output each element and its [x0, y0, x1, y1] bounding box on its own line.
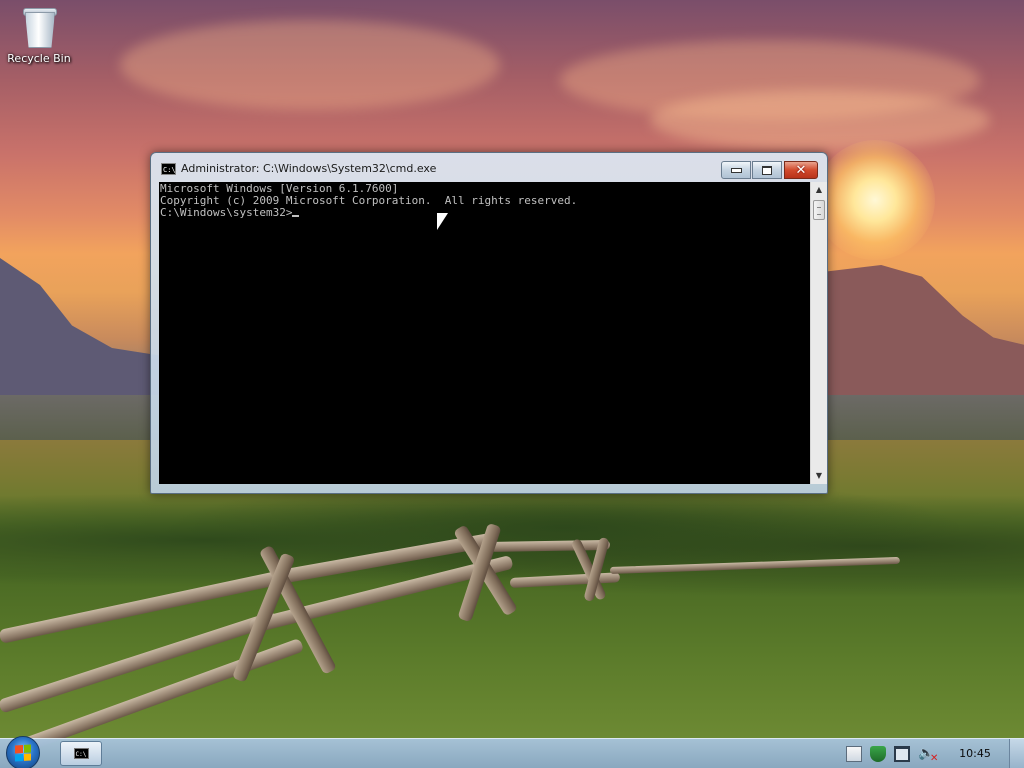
maximize-icon [762, 165, 772, 175]
console-prompt: C:\Windows\system32> [160, 206, 293, 219]
desktop: Recycle Bin C:\ Administrator: C:\Window… [0, 0, 1024, 768]
scroll-down-arrow-icon[interactable]: ▼ [811, 468, 827, 484]
wallpaper-sun [815, 140, 935, 260]
scroll-thumb[interactable] [813, 200, 825, 220]
window-titlebar[interactable]: C:\ Administrator: C:\Windows\System32\c… [151, 153, 827, 183]
cmd-window[interactable]: C:\ Administrator: C:\Windows\System32\c… [150, 152, 828, 494]
volume-muted-icon: ✕ [930, 753, 939, 764]
action-center-flag-icon[interactable] [846, 746, 862, 762]
desktop-icon-label: Recycle Bin [7, 52, 71, 65]
console-prompt-line: C:\Windows\system32> [159, 207, 810, 219]
mouse-pointer-icon [437, 213, 448, 230]
wallpaper-cloud [650, 90, 990, 150]
cmd-icon: C:\ [73, 748, 89, 759]
desktop-icon-recycle-bin[interactable]: Recycle Bin [4, 6, 74, 65]
taskbar-clock[interactable]: 10:45 [952, 747, 998, 760]
windows-logo-icon [15, 744, 31, 762]
text-cursor [292, 215, 300, 217]
fence-rail [489, 539, 611, 552]
start-button[interactable] [6, 736, 40, 768]
network-icon[interactable] [894, 746, 910, 762]
taskbar-item-cmd[interactable]: C:\ [60, 741, 102, 766]
maximize-button[interactable] [752, 161, 782, 179]
show-desktop-button[interactable] [1009, 739, 1024, 768]
close-button[interactable]: ✕ [784, 161, 818, 179]
recycle-bin-icon [22, 6, 57, 48]
window-title: Administrator: C:\Windows\System32\cmd.e… [181, 162, 437, 175]
close-icon: ✕ [795, 162, 807, 178]
console-output: Microsoft Windows [Version 6.1.7600] Cop… [159, 182, 810, 219]
wallpaper-cloud [120, 20, 500, 110]
vertical-scrollbar[interactable]: ▲ ▼ [810, 182, 827, 484]
minimize-button[interactable] [721, 161, 751, 179]
wallpaper-mountain [820, 265, 1024, 410]
taskbar: C:\ 🔈 ✕ 10:45 [0, 736, 1024, 768]
wallpaper-mountain [0, 258, 160, 408]
security-shield-icon[interactable] [870, 746, 886, 762]
system-tray: 🔈 ✕ 10:45 [840, 739, 1024, 768]
console-area[interactable]: Microsoft Windows [Version 6.1.7600] Cop… [159, 182, 827, 484]
minimize-icon [730, 167, 742, 173]
scroll-up-arrow-icon[interactable]: ▲ [811, 182, 827, 198]
cmd-icon[interactable]: C:\ [161, 163, 176, 175]
